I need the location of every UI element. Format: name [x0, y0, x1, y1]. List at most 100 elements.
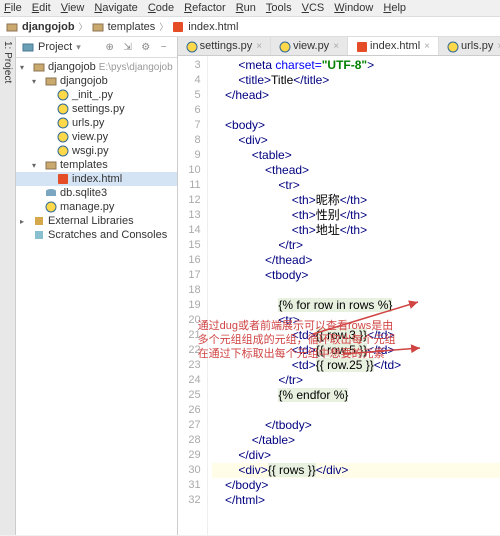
- code-line-9[interactable]: <table>: [212, 148, 500, 163]
- code-line-16[interactable]: </thead>: [212, 253, 500, 268]
- tree-item-External Libraries[interactable]: ▸External Libraries: [16, 214, 177, 228]
- py-icon: [279, 41, 289, 51]
- menu-help[interactable]: Help: [383, 2, 406, 14]
- code-content[interactable]: <meta charset="UTF-8"> <title>Title</tit…: [208, 56, 500, 535]
- tab-label: urls.py: [461, 40, 493, 52]
- code-line-31[interactable]: </body>: [212, 478, 500, 493]
- tree-item-settings-py[interactable]: settings.py: [16, 102, 177, 116]
- menu-view[interactable]: View: [61, 2, 85, 14]
- tab-label: view.py: [293, 40, 329, 52]
- menu-vcs[interactable]: VCS: [302, 2, 325, 14]
- line-number: 24: [180, 373, 201, 388]
- code-line-14[interactable]: <th>地址</th>: [212, 223, 500, 238]
- line-number: 31: [180, 478, 201, 493]
- tree-item-view-py[interactable]: view.py: [16, 130, 177, 144]
- target-icon[interactable]: ⊕: [103, 40, 117, 54]
- tree-item-index-html[interactable]: index.html: [16, 172, 177, 186]
- tree-item-Scratches and Consoles[interactable]: Scratches and Consoles: [16, 228, 177, 242]
- code-line-8[interactable]: <div>: [212, 133, 500, 148]
- line-number: 30: [180, 463, 201, 478]
- code-line-19[interactable]: {% for row in rows %}: [212, 298, 500, 313]
- tab-settings-py[interactable]: settings.py×: [178, 37, 271, 55]
- menu-window[interactable]: Window: [334, 2, 373, 14]
- code-line-27[interactable]: </tbody>: [212, 418, 500, 433]
- line-number: 17: [180, 268, 201, 283]
- code-line-32[interactable]: </html>: [212, 493, 500, 508]
- dropdown-icon[interactable]: ▾: [76, 42, 81, 53]
- close-icon[interactable]: ×: [256, 41, 262, 52]
- code-line-5[interactable]: </head>: [212, 88, 500, 103]
- code-line-12[interactable]: <th>昵称</th>: [212, 193, 500, 208]
- folder-icon: [45, 75, 57, 87]
- chevron-icon: 〉: [159, 20, 168, 33]
- line-number: 8: [180, 133, 201, 148]
- expand-icon[interactable]: ▾: [32, 77, 42, 86]
- chevron-icon: 〉: [79, 20, 88, 33]
- scratch-icon: [33, 229, 45, 241]
- menu-code[interactable]: Code: [148, 2, 174, 14]
- tree-label: templates: [60, 159, 108, 171]
- expand-icon[interactable]: ▾: [20, 63, 30, 72]
- tree-label: wsgi.py: [72, 145, 109, 157]
- breadcrumb-mid[interactable]: templates: [108, 21, 156, 33]
- tree-item-db-sqlite3[interactable]: db.sqlite3: [16, 186, 177, 200]
- tree-item-djangojob[interactable]: ▾ djangojob: [16, 74, 177, 88]
- code-line-29[interactable]: </div>: [212, 448, 500, 463]
- code-line-6[interactable]: [212, 103, 500, 118]
- tab-view-py[interactable]: view.py ×: [271, 37, 348, 55]
- tab-label: settings.py: [200, 40, 253, 52]
- folder-icon: [45, 159, 57, 171]
- code-line-17[interactable]: <tbody>: [212, 268, 500, 283]
- code-line-26[interactable]: [212, 403, 500, 418]
- tree-item-urls-py[interactable]: urls.py: [16, 116, 177, 130]
- code-line-15[interactable]: </tr>: [212, 238, 500, 253]
- tab-urls-py[interactable]: urls.py×: [439, 37, 500, 55]
- expand-icon[interactable]: ▾: [32, 161, 42, 170]
- code-line-3[interactable]: <meta charset="UTF-8">: [212, 58, 500, 73]
- menu-refactor[interactable]: Refactor: [184, 2, 226, 14]
- hide-icon[interactable]: −: [157, 40, 171, 54]
- line-number: 3: [180, 58, 201, 73]
- code-line-18[interactable]: [212, 283, 500, 298]
- code-line-28[interactable]: </table>: [212, 433, 500, 448]
- close-icon[interactable]: ×: [333, 41, 339, 52]
- close-icon[interactable]: ×: [424, 41, 430, 52]
- project-tool-button[interactable]: 1: Project: [2, 41, 13, 83]
- breadcrumb-file[interactable]: index.html: [188, 21, 238, 33]
- code-line-11[interactable]: <tr>: [212, 178, 500, 193]
- tree-label: djangojob: [60, 75, 108, 87]
- breadcrumb-root[interactable]: djangojob: [22, 21, 75, 33]
- tab-index-html[interactable]: index.html×: [348, 37, 439, 55]
- menu-file[interactable]: File: [4, 2, 22, 14]
- code-line-24[interactable]: </tr>: [212, 373, 500, 388]
- tree-label: urls.py: [72, 117, 104, 129]
- code-line-13[interactable]: <th>性别</th>: [212, 208, 500, 223]
- code-line-4[interactable]: <title>Title</title>: [212, 73, 500, 88]
- tree-item-templates[interactable]: ▾ templates: [16, 158, 177, 172]
- py-icon: [447, 41, 457, 51]
- code-line-25[interactable]: {% endfor %}: [212, 388, 500, 403]
- project-tree[interactable]: ▾djangojob E:\pys\djangojob▾djangojob_in…: [16, 58, 177, 244]
- code-line-10[interactable]: <thead>: [212, 163, 500, 178]
- line-number: 14: [180, 223, 201, 238]
- menu-tools[interactable]: Tools: [266, 2, 292, 14]
- code-editor[interactable]: 3456789101112131415161718192021222324252…: [178, 56, 500, 535]
- tree-label: manage.py: [60, 201, 114, 213]
- tool-window-strip[interactable]: 1: Project: [0, 37, 16, 535]
- tree-item-manage-py[interactable]: manage.py: [16, 200, 177, 214]
- tree-label: djangojob: [48, 61, 96, 73]
- gear-icon[interactable]: ⚙: [139, 40, 153, 54]
- code-line-30[interactable]: <div>{{ rows }}</div>: [212, 463, 500, 478]
- tree-item-djangojob[interactable]: ▾djangojob E:\pys\djangojob: [16, 60, 177, 74]
- menu-run[interactable]: Run: [236, 2, 256, 14]
- menu-edit[interactable]: Edit: [32, 2, 51, 14]
- line-number: 5: [180, 88, 201, 103]
- line-number: 29: [180, 448, 201, 463]
- expand-icon[interactable]: ▸: [20, 217, 30, 226]
- collapse-icon[interactable]: ⇲: [121, 40, 135, 54]
- folder-icon: [92, 21, 104, 33]
- code-line-7[interactable]: <body>: [212, 118, 500, 133]
- tree-item-_init_-py[interactable]: _init_.py: [16, 88, 177, 102]
- tree-item-wsgi-py[interactable]: wsgi.py: [16, 144, 177, 158]
- menu-navigate[interactable]: Navigate: [94, 2, 137, 14]
